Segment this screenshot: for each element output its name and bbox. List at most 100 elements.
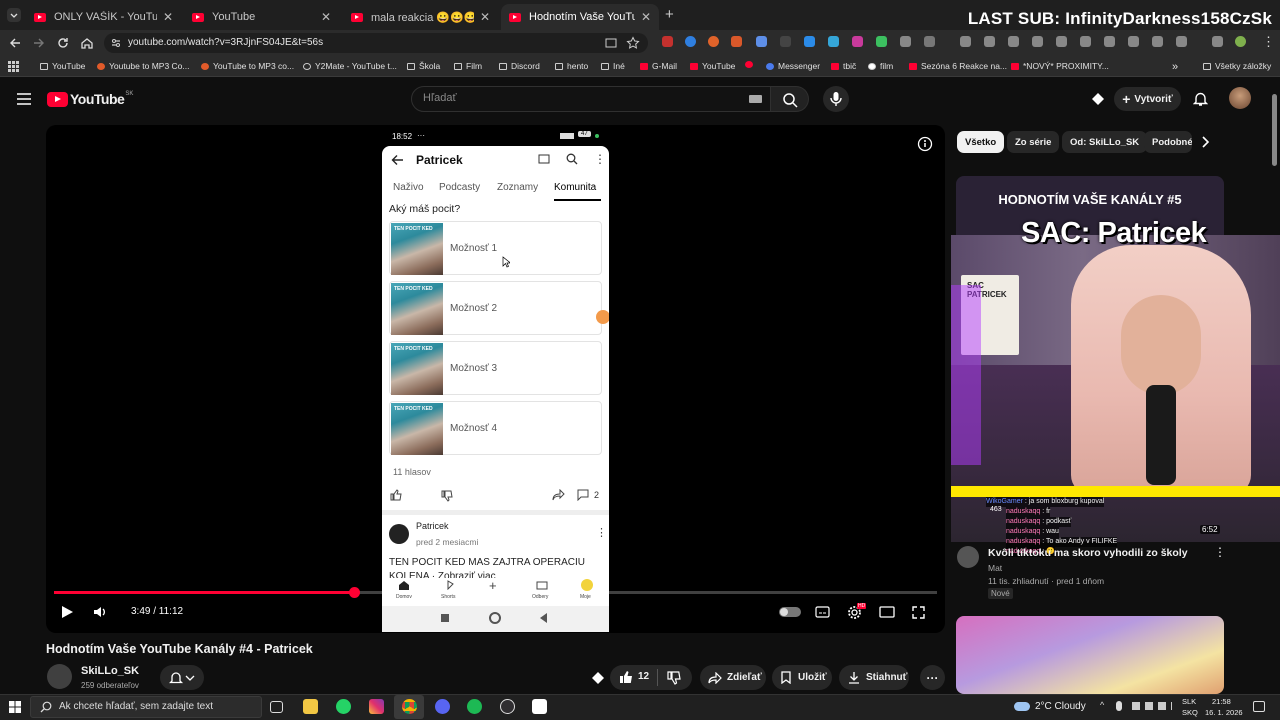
extension-icon[interactable] [852, 36, 863, 47]
close-tab-icon[interactable]: ✕ [641, 10, 651, 24]
post-author-avatar[interactable] [389, 524, 409, 544]
close-tab-icon[interactable]: ✕ [480, 10, 490, 24]
bookmark-item[interactable]: YouTube [690, 61, 735, 71]
instagram-icon[interactable] [369, 699, 384, 714]
more-bookmarks[interactable]: » [1172, 61, 1178, 73]
bookmark-item[interactable]: G-Mail [640, 61, 677, 71]
like-button[interactable] [619, 670, 633, 684]
chip-all[interactable]: Všetko [957, 131, 1005, 153]
rec-more-icon[interactable]: ⋮ [1214, 545, 1226, 559]
download-icon[interactable] [1104, 36, 1115, 47]
save-button[interactable]: Uložiť [772, 665, 832, 690]
tray-chevron-icon[interactable]: ^ [1100, 700, 1104, 710]
bookmark-item[interactable]: Youtube to MP3 Co... [97, 61, 190, 71]
theater-mode-icon[interactable] [879, 606, 895, 618]
poll-option[interactable]: TEN POCIT KED Možnosť 4 [389, 401, 602, 455]
screenshot-icon[interactable] [1032, 36, 1043, 47]
cast-page-icon[interactable] [604, 36, 618, 50]
menu-lines-icon[interactable] [1212, 36, 1223, 47]
dislike-button[interactable] [667, 671, 681, 685]
more-vert-icon[interactable]: ⋮ [594, 152, 606, 166]
phone-tab[interactable]: Naživo [393, 182, 424, 193]
subtitles-icon[interactable] [815, 606, 830, 618]
bookmark-item[interactable]: Iné [601, 61, 625, 71]
poll-option[interactable]: TEN POCIT KED Možnosť 2 [389, 281, 602, 335]
capcut-icon[interactable] [532, 699, 547, 714]
history-icon[interactable] [1080, 36, 1091, 47]
tray-mic-icon[interactable] [1116, 701, 1122, 711]
rec-title[interactable]: Kvôli tiktoku ma skoro vyhodili zo školy [988, 547, 1198, 559]
phone-tab-active[interactable]: Komunita [554, 182, 596, 193]
dislike-icon[interactable] [441, 490, 453, 502]
browser-tab[interactable]: ONLY VAŠÍK - YouTube✕ [26, 4, 181, 30]
tab-search-chevron-icon[interactable] [7, 8, 21, 22]
play-icon[interactable] [61, 605, 74, 619]
notification-center-icon[interactable] [1253, 701, 1265, 712]
extension-diamond-icon[interactable] [591, 671, 605, 685]
chrome-icon[interactable] [402, 699, 417, 714]
keyboard-lang[interactable]: SLK [1182, 697, 1196, 706]
info-icon[interactable] [917, 136, 933, 152]
bookmark-item[interactable]: YouTube [40, 61, 85, 71]
home-circle-icon[interactable] [489, 612, 501, 624]
bookmark-star-icon[interactable] [626, 36, 640, 50]
guide-menu-icon[interactable] [17, 93, 31, 105]
extension-icon[interactable] [731, 36, 742, 47]
phone-tab[interactable]: Zoznamy [497, 182, 538, 193]
link-icon[interactable] [1008, 36, 1019, 47]
vpn-icon[interactable] [1176, 36, 1187, 47]
url-text[interactable]: youtube.com/watch?v=3RJjnFS04JE&t=56s [128, 37, 323, 48]
search-button[interactable] [771, 86, 809, 112]
extension-icon[interactable] [876, 36, 887, 47]
user-avatar[interactable] [1229, 87, 1251, 109]
weather-text[interactable]: 2°C Cloudy [1035, 701, 1086, 712]
obs-icon[interactable] [500, 699, 515, 714]
channel-avatar[interactable] [47, 664, 72, 689]
bookmark-item[interactable]: *NOVÝ* PROXIMITY... [1011, 61, 1109, 71]
bookmark-item[interactable]: hento [555, 61, 588, 71]
clock-time[interactable]: 21:58 [1212, 697, 1231, 706]
chip-series[interactable]: Zo série [1007, 131, 1060, 153]
extensions-puzzle-icon[interactable] [924, 36, 935, 47]
post-author[interactable]: Patricek [416, 521, 449, 531]
profile-icon[interactable] [1235, 36, 1246, 47]
bookmark-item[interactable]: YouTube to MP3 co... [201, 61, 294, 71]
extension-icon[interactable] [780, 36, 791, 47]
back-triangle-icon[interactable] [540, 613, 547, 623]
home-icon[interactable] [80, 36, 94, 50]
weather-cloud-icon[interactable] [1014, 702, 1030, 711]
spotify-icon[interactable] [467, 699, 482, 714]
progress-scrubber[interactable] [349, 587, 360, 598]
location-icon[interactable] [1128, 36, 1139, 47]
browser-tab[interactable]: mala reakcia 😀😀😀 - YouTube✕ [343, 4, 498, 30]
home-nav-icon[interactable] [398, 580, 410, 590]
back-icon[interactable] [8, 36, 22, 50]
youtube-logo[interactable]: YouTube SK [47, 91, 133, 107]
share-icon[interactable] [552, 489, 565, 501]
chip-from-channel[interactable]: Od: SkiLLo_SK [1062, 131, 1148, 153]
bookmark-item[interactable]: Sezóna 6 Reakce na... [909, 61, 1007, 71]
volume-icon[interactable] [93, 605, 108, 619]
notifications-bell-icon[interactable] [1193, 91, 1208, 107]
browser-tab-active[interactable]: Hodnotím Vaše YouTube Kanály✕ [501, 4, 659, 30]
poll-option[interactable]: TEN POCIT KED Možnosť 3 [389, 341, 602, 395]
like-icon[interactable] [390, 489, 402, 501]
search-input[interactable] [411, 86, 771, 112]
poll-option[interactable]: TEN POCIT KED Možnosť 1 [389, 221, 602, 275]
site-info-icon[interactable] [110, 37, 122, 49]
subscriptions-nav-icon[interactable] [536, 580, 548, 590]
profile-nav-icon[interactable] [581, 579, 593, 591]
bookmark-item[interactable] [745, 61, 757, 68]
rec-channel[interactable]: Mat [988, 563, 1002, 573]
apps-icon[interactable] [984, 36, 995, 47]
browser-tab[interactable]: YouTube ✕ [184, 4, 339, 30]
reload-icon[interactable] [56, 36, 70, 50]
rec-channel-avatar[interactable] [957, 546, 979, 568]
windows-start-icon[interactable] [9, 701, 21, 713]
new-tab-button[interactable]: + [665, 6, 674, 23]
extension-icon[interactable] [662, 36, 673, 47]
keyboard-lang-2[interactable]: SKQ [1182, 708, 1198, 717]
bookmark-item[interactable]: Messenger [766, 61, 820, 71]
extension-icon[interactable] [685, 36, 696, 47]
extension-icon[interactable] [756, 36, 767, 47]
